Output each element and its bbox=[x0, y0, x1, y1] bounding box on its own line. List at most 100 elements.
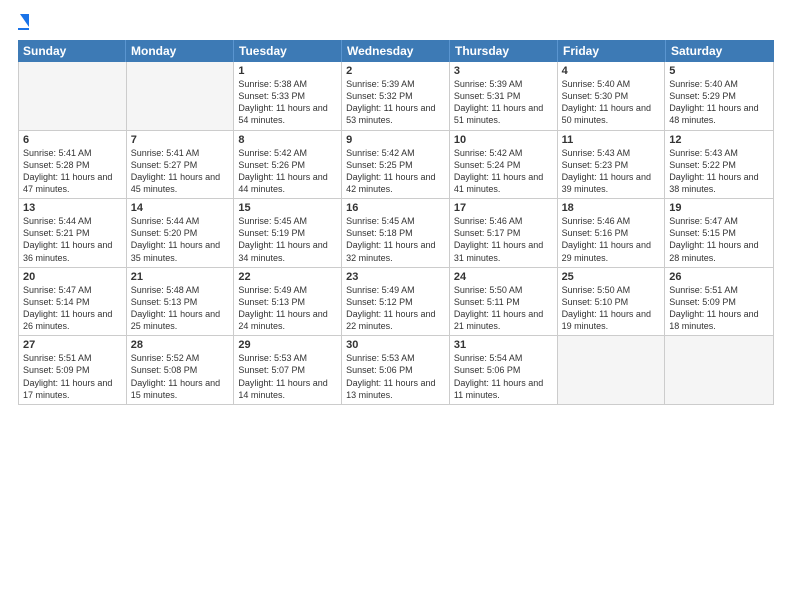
day-cell-13: 13Sunrise: 5:44 AM Sunset: 5:21 PM Dayli… bbox=[19, 199, 127, 267]
cell-info: Sunrise: 5:39 AM Sunset: 5:32 PM Dayligh… bbox=[346, 78, 445, 127]
cell-info: Sunrise: 5:49 AM Sunset: 5:13 PM Dayligh… bbox=[238, 284, 337, 333]
empty-cell bbox=[19, 62, 127, 130]
calendar-header: SundayMondayTuesdayWednesdayThursdayFrid… bbox=[18, 40, 774, 62]
cell-info: Sunrise: 5:42 AM Sunset: 5:25 PM Dayligh… bbox=[346, 147, 445, 196]
day-cell-8: 8Sunrise: 5:42 AM Sunset: 5:26 PM Daylig… bbox=[234, 131, 342, 199]
day-number: 31 bbox=[454, 339, 553, 351]
day-cell-10: 10Sunrise: 5:42 AM Sunset: 5:24 PM Dayli… bbox=[450, 131, 558, 199]
day-cell-28: 28Sunrise: 5:52 AM Sunset: 5:08 PM Dayli… bbox=[127, 336, 235, 404]
cell-info: Sunrise: 5:46 AM Sunset: 5:16 PM Dayligh… bbox=[562, 215, 661, 264]
day-cell-12: 12Sunrise: 5:43 AM Sunset: 5:22 PM Dayli… bbox=[665, 131, 773, 199]
cell-info: Sunrise: 5:47 AM Sunset: 5:14 PM Dayligh… bbox=[23, 284, 122, 333]
empty-cell bbox=[558, 336, 666, 404]
day-header-saturday: Saturday bbox=[666, 40, 774, 62]
day-number: 22 bbox=[238, 271, 337, 283]
day-cell-27: 27Sunrise: 5:51 AM Sunset: 5:09 PM Dayli… bbox=[19, 336, 127, 404]
cell-info: Sunrise: 5:41 AM Sunset: 5:28 PM Dayligh… bbox=[23, 147, 122, 196]
day-cell-24: 24Sunrise: 5:50 AM Sunset: 5:11 PM Dayli… bbox=[450, 268, 558, 336]
day-number: 21 bbox=[131, 271, 230, 283]
day-cell-15: 15Sunrise: 5:45 AM Sunset: 5:19 PM Dayli… bbox=[234, 199, 342, 267]
day-cell-21: 21Sunrise: 5:48 AM Sunset: 5:13 PM Dayli… bbox=[127, 268, 235, 336]
logo bbox=[18, 18, 29, 30]
day-number: 3 bbox=[454, 65, 553, 77]
header bbox=[18, 18, 774, 30]
cell-info: Sunrise: 5:50 AM Sunset: 5:11 PM Dayligh… bbox=[454, 284, 553, 333]
day-cell-1: 1Sunrise: 5:38 AM Sunset: 5:33 PM Daylig… bbox=[234, 62, 342, 130]
day-cell-14: 14Sunrise: 5:44 AM Sunset: 5:20 PM Dayli… bbox=[127, 199, 235, 267]
cell-info: Sunrise: 5:43 AM Sunset: 5:23 PM Dayligh… bbox=[562, 147, 661, 196]
day-header-wednesday: Wednesday bbox=[342, 40, 450, 62]
day-cell-3: 3Sunrise: 5:39 AM Sunset: 5:31 PM Daylig… bbox=[450, 62, 558, 130]
day-number: 24 bbox=[454, 271, 553, 283]
day-number: 19 bbox=[669, 202, 769, 214]
day-header-monday: Monday bbox=[126, 40, 234, 62]
page: SundayMondayTuesdayWednesdayThursdayFrid… bbox=[0, 0, 792, 612]
day-number: 20 bbox=[23, 271, 122, 283]
cell-info: Sunrise: 5:53 AM Sunset: 5:06 PM Dayligh… bbox=[346, 352, 445, 401]
cell-info: Sunrise: 5:53 AM Sunset: 5:07 PM Dayligh… bbox=[238, 352, 337, 401]
cell-info: Sunrise: 5:45 AM Sunset: 5:18 PM Dayligh… bbox=[346, 215, 445, 264]
day-number: 29 bbox=[238, 339, 337, 351]
cell-info: Sunrise: 5:45 AM Sunset: 5:19 PM Dayligh… bbox=[238, 215, 337, 264]
cell-info: Sunrise: 5:44 AM Sunset: 5:21 PM Dayligh… bbox=[23, 215, 122, 264]
day-cell-23: 23Sunrise: 5:49 AM Sunset: 5:12 PM Dayli… bbox=[342, 268, 450, 336]
day-number: 7 bbox=[131, 134, 230, 146]
cell-info: Sunrise: 5:40 AM Sunset: 5:30 PM Dayligh… bbox=[562, 78, 661, 127]
cell-info: Sunrise: 5:42 AM Sunset: 5:24 PM Dayligh… bbox=[454, 147, 553, 196]
calendar-week-1: 1Sunrise: 5:38 AM Sunset: 5:33 PM Daylig… bbox=[19, 62, 773, 131]
day-number: 26 bbox=[669, 271, 769, 283]
day-number: 8 bbox=[238, 134, 337, 146]
cell-info: Sunrise: 5:51 AM Sunset: 5:09 PM Dayligh… bbox=[669, 284, 769, 333]
day-cell-7: 7Sunrise: 5:41 AM Sunset: 5:27 PM Daylig… bbox=[127, 131, 235, 199]
day-number: 9 bbox=[346, 134, 445, 146]
day-cell-2: 2Sunrise: 5:39 AM Sunset: 5:32 PM Daylig… bbox=[342, 62, 450, 130]
cell-info: Sunrise: 5:41 AM Sunset: 5:27 PM Dayligh… bbox=[131, 147, 230, 196]
day-number: 25 bbox=[562, 271, 661, 283]
day-cell-26: 26Sunrise: 5:51 AM Sunset: 5:09 PM Dayli… bbox=[665, 268, 773, 336]
empty-cell bbox=[665, 336, 773, 404]
day-number: 17 bbox=[454, 202, 553, 214]
calendar-week-3: 13Sunrise: 5:44 AM Sunset: 5:21 PM Dayli… bbox=[19, 199, 773, 268]
cell-info: Sunrise: 5:50 AM Sunset: 5:10 PM Dayligh… bbox=[562, 284, 661, 333]
day-header-friday: Friday bbox=[558, 40, 666, 62]
day-cell-4: 4Sunrise: 5:40 AM Sunset: 5:30 PM Daylig… bbox=[558, 62, 666, 130]
day-cell-11: 11Sunrise: 5:43 AM Sunset: 5:23 PM Dayli… bbox=[558, 131, 666, 199]
day-number: 12 bbox=[669, 134, 769, 146]
cell-info: Sunrise: 5:39 AM Sunset: 5:31 PM Dayligh… bbox=[454, 78, 553, 127]
cell-info: Sunrise: 5:47 AM Sunset: 5:15 PM Dayligh… bbox=[669, 215, 769, 264]
cell-info: Sunrise: 5:42 AM Sunset: 5:26 PM Dayligh… bbox=[238, 147, 337, 196]
day-cell-18: 18Sunrise: 5:46 AM Sunset: 5:16 PM Dayli… bbox=[558, 199, 666, 267]
day-number: 16 bbox=[346, 202, 445, 214]
cell-info: Sunrise: 5:51 AM Sunset: 5:09 PM Dayligh… bbox=[23, 352, 122, 401]
cell-info: Sunrise: 5:43 AM Sunset: 5:22 PM Dayligh… bbox=[669, 147, 769, 196]
empty-cell bbox=[127, 62, 235, 130]
day-number: 6 bbox=[23, 134, 122, 146]
day-number: 1 bbox=[238, 65, 337, 77]
calendar-body: 1Sunrise: 5:38 AM Sunset: 5:33 PM Daylig… bbox=[18, 62, 774, 405]
day-number: 14 bbox=[131, 202, 230, 214]
day-cell-22: 22Sunrise: 5:49 AM Sunset: 5:13 PM Dayli… bbox=[234, 268, 342, 336]
cell-info: Sunrise: 5:44 AM Sunset: 5:20 PM Dayligh… bbox=[131, 215, 230, 264]
day-cell-29: 29Sunrise: 5:53 AM Sunset: 5:07 PM Dayli… bbox=[234, 336, 342, 404]
day-header-sunday: Sunday bbox=[18, 40, 126, 62]
day-number: 10 bbox=[454, 134, 553, 146]
day-number: 28 bbox=[131, 339, 230, 351]
day-cell-20: 20Sunrise: 5:47 AM Sunset: 5:14 PM Dayli… bbox=[19, 268, 127, 336]
cell-info: Sunrise: 5:54 AM Sunset: 5:06 PM Dayligh… bbox=[454, 352, 553, 401]
day-number: 11 bbox=[562, 134, 661, 146]
cell-info: Sunrise: 5:46 AM Sunset: 5:17 PM Dayligh… bbox=[454, 215, 553, 264]
day-cell-30: 30Sunrise: 5:53 AM Sunset: 5:06 PM Dayli… bbox=[342, 336, 450, 404]
day-number: 15 bbox=[238, 202, 337, 214]
cell-info: Sunrise: 5:38 AM Sunset: 5:33 PM Dayligh… bbox=[238, 78, 337, 127]
day-cell-31: 31Sunrise: 5:54 AM Sunset: 5:06 PM Dayli… bbox=[450, 336, 558, 404]
calendar-week-5: 27Sunrise: 5:51 AM Sunset: 5:09 PM Dayli… bbox=[19, 336, 773, 404]
day-cell-19: 19Sunrise: 5:47 AM Sunset: 5:15 PM Dayli… bbox=[665, 199, 773, 267]
day-cell-5: 5Sunrise: 5:40 AM Sunset: 5:29 PM Daylig… bbox=[665, 62, 773, 130]
day-number: 30 bbox=[346, 339, 445, 351]
day-number: 4 bbox=[562, 65, 661, 77]
day-cell-25: 25Sunrise: 5:50 AM Sunset: 5:10 PM Dayli… bbox=[558, 268, 666, 336]
day-header-tuesday: Tuesday bbox=[234, 40, 342, 62]
cell-info: Sunrise: 5:49 AM Sunset: 5:12 PM Dayligh… bbox=[346, 284, 445, 333]
logo-arrow-icon bbox=[20, 14, 29, 27]
cell-info: Sunrise: 5:52 AM Sunset: 5:08 PM Dayligh… bbox=[131, 352, 230, 401]
